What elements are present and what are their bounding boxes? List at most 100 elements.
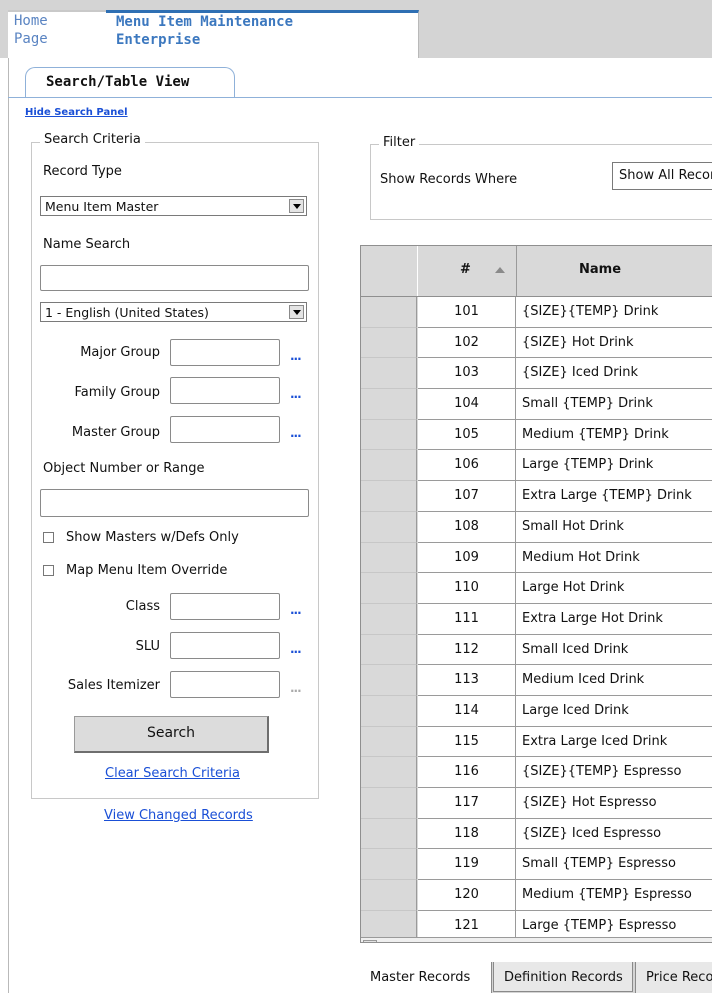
row-selector[interactable] — [361, 419, 417, 451]
row-selector[interactable] — [361, 603, 417, 635]
object-number-input[interactable] — [40, 489, 309, 517]
cell-name: {SIZE}{TEMP} Espresso — [516, 757, 712, 788]
subtab-divider — [8, 97, 712, 98]
class-label: Class — [125, 599, 160, 614]
row-selector[interactable] — [361, 573, 417, 604]
cell-name: Extra Large Hot Drink — [516, 603, 712, 635]
chevron-down-icon[interactable] — [289, 199, 304, 213]
tab-price-records[interactable]: Price Records — [635, 962, 712, 993]
master-group-input[interactable] — [170, 416, 280, 443]
row-selector[interactable] — [361, 542, 417, 574]
row-selector[interactable] — [361, 695, 417, 727]
family-group-browse-button[interactable]: ... — [290, 388, 302, 400]
tab-definition-records[interactable]: Definition Records — [493, 962, 633, 992]
map-override-checkbox[interactable] — [43, 565, 54, 576]
cell-number: 115 — [418, 726, 516, 758]
table-row[interactable]: 117 {SIZE} Hot Espresso — [361, 788, 712, 819]
slu-input[interactable] — [170, 632, 280, 659]
tab-active-label-line2: Enterprise — [116, 32, 201, 48]
bottom-tab-bar: Master Records Definition Records Price … — [360, 962, 712, 993]
filter-select[interactable]: Show All Records — [612, 162, 712, 190]
row-selector[interactable] — [361, 849, 417, 881]
name-search-input[interactable] — [40, 265, 309, 291]
table-row[interactable]: 116 {SIZE}{TEMP} Espresso — [361, 757, 712, 788]
cell-number: 114 — [418, 695, 516, 727]
row-selector[interactable] — [361, 327, 417, 359]
table-row[interactable]: 118 {SIZE} Iced Espresso — [361, 818, 712, 850]
table-row[interactable]: 114 Large Iced Drink — [361, 695, 712, 727]
row-selector[interactable] — [361, 634, 417, 666]
scroll-left-icon[interactable] — [363, 940, 377, 942]
row-selector[interactable] — [361, 788, 417, 819]
row-selector[interactable] — [361, 726, 417, 758]
table-row[interactable]: 111 Extra Large Hot Drink — [361, 603, 712, 635]
slu-browse-button[interactable]: ... — [290, 643, 302, 655]
row-selector[interactable] — [361, 665, 417, 696]
record-type-value: Menu Item Master — [45, 199, 159, 214]
cell-number: 102 — [418, 327, 516, 359]
class-input[interactable] — [170, 593, 280, 620]
cell-number: 119 — [418, 849, 516, 881]
horizontal-scrollbar[interactable] — [361, 937, 712, 942]
row-selector[interactable] — [361, 389, 417, 420]
table-row[interactable]: 120 Medium {TEMP} Espresso — [361, 880, 712, 911]
filter-select-value: Show All Records — [619, 168, 712, 183]
tab-menu-item-maintenance[interactable]: Menu Item Maintenance Enterprise — [106, 10, 419, 61]
row-selector[interactable] — [361, 511, 417, 543]
cell-number: 116 — [418, 757, 516, 788]
table-row[interactable]: 119 Small {TEMP} Espresso — [361, 849, 712, 881]
table-row[interactable]: 104 Small {TEMP} Drink — [361, 389, 712, 420]
column-header-number[interactable]: # — [418, 246, 517, 296]
row-selector-header[interactable] — [361, 246, 418, 296]
tab-master-records[interactable]: Master Records — [360, 962, 492, 993]
row-selector[interactable] — [361, 450, 417, 482]
cell-number: 106 — [418, 450, 516, 482]
major-group-input[interactable] — [170, 339, 280, 366]
table-row[interactable]: 108 Small Hot Drink — [361, 511, 712, 543]
show-masters-checkbox[interactable] — [43, 532, 54, 543]
row-selector[interactable] — [361, 757, 417, 788]
search-button[interactable]: Search — [74, 716, 269, 753]
major-group-browse-button[interactable]: ... — [290, 350, 302, 362]
tab-home-page[interactable]: Home Page — [8, 10, 107, 60]
cell-number: 112 — [418, 634, 516, 666]
table-row[interactable]: 109 Medium Hot Drink — [361, 542, 712, 574]
table-row[interactable]: 112 Small Iced Drink — [361, 634, 712, 666]
sales-itemizer-input[interactable] — [170, 671, 280, 698]
clear-search-criteria-link[interactable]: Clear Search Criteria — [105, 766, 240, 781]
row-selector[interactable] — [361, 880, 417, 911]
master-group-label: Master Group — [71, 425, 160, 440]
table-row[interactable]: 101 {SIZE}{TEMP} Drink — [361, 297, 712, 328]
map-override-label: Map Menu Item Override — [66, 563, 228, 578]
cell-number: 109 — [418, 542, 516, 574]
hide-search-panel-link[interactable]: Hide Search Panel — [25, 107, 128, 118]
record-type-select[interactable]: Menu Item Master — [40, 196, 307, 216]
cell-number: 101 — [418, 297, 516, 328]
row-selector[interactable] — [361, 358, 417, 390]
table-row[interactable]: 106 Large {TEMP} Drink — [361, 450, 712, 482]
table-row[interactable]: 103 {SIZE} Iced Drink — [361, 358, 712, 390]
master-group-browse-button[interactable]: ... — [290, 427, 302, 439]
class-browse-button[interactable]: ... — [290, 604, 302, 616]
row-selector[interactable] — [361, 297, 417, 328]
sales-itemizer-label: Sales Itemizer — [67, 678, 160, 693]
tab-active-label-line1: Menu Item Maintenance — [116, 14, 294, 30]
table-row[interactable]: 110 Large Hot Drink — [361, 573, 712, 604]
cell-number: 110 — [418, 573, 516, 604]
chevron-down-icon[interactable] — [289, 305, 304, 319]
table-row[interactable]: 107 Extra Large {TEMP} Drink — [361, 481, 712, 512]
cell-name: Large Hot Drink — [516, 573, 712, 604]
tab-search-table-view[interactable]: Search/Table View — [25, 67, 235, 98]
family-group-input[interactable] — [170, 377, 280, 404]
table-row[interactable]: 115 Extra Large Iced Drink — [361, 726, 712, 758]
table-row[interactable]: 102 {SIZE} Hot Drink — [361, 327, 712, 359]
table-row[interactable]: 113 Medium Iced Drink — [361, 665, 712, 696]
row-selector[interactable] — [361, 818, 417, 850]
row-selector[interactable] — [361, 481, 417, 512]
slu-label: SLU — [135, 639, 160, 654]
table-row[interactable]: 105 Medium {TEMP} Drink — [361, 419, 712, 451]
view-changed-records-link[interactable]: View Changed Records — [104, 808, 253, 823]
filter-legend: Filter — [379, 135, 420, 150]
column-header-name[interactable]: Name — [517, 246, 712, 296]
language-select[interactable]: 1 - English (United States) — [40, 302, 307, 322]
